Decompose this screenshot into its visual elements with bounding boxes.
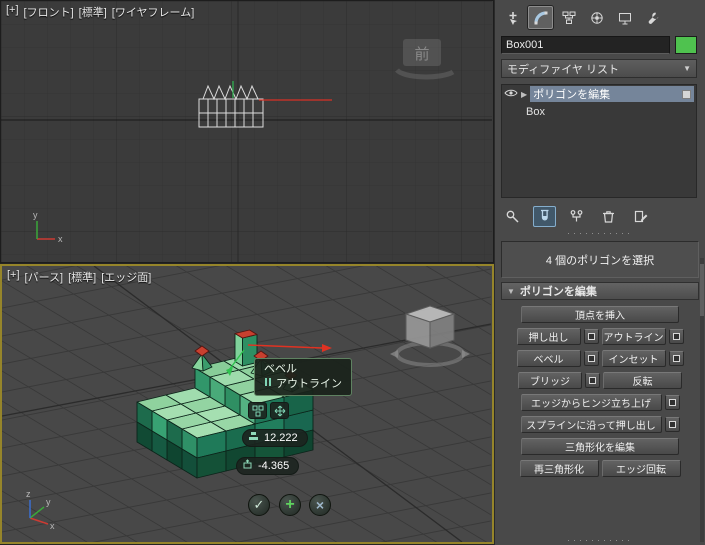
bevel-button[interactable]: ベベル [516,350,581,367]
outline-icon [264,377,272,392]
svg-text:y: y [33,210,38,220]
viewport-menu-shading[interactable]: [標準] [79,4,107,20]
caddy-height-spinner[interactable]: 12.222 [242,429,308,447]
modifier-list-dropdown[interactable]: モディファイヤ リスト ▼ [501,59,697,78]
viewport-menu-general[interactable]: [+] [7,269,20,285]
panel-scrollbar[interactable] [700,258,704,542]
visibility-eye-icon[interactable] [504,88,518,101]
panel-bottom-grip[interactable]: ··········· [495,536,705,545]
turn-edge-button[interactable]: エッジ回転 [601,460,681,477]
stack-item-label: Box [526,106,545,118]
viewport-perspective-active[interactable]: [+] [パース] [標準] [エッジ面] x y z ベベル アウトライン 1… [0,264,494,544]
persp-viewport-canvas[interactable]: x y z [2,266,491,542]
extrude-along-spline-button[interactable]: スプラインに沿って押し出し [520,416,662,433]
outline-button[interactable]: アウトライン [601,328,666,345]
flip-button[interactable]: 反転 [603,372,682,389]
object-color-swatch[interactable] [675,36,697,54]
make-unique-button[interactable] [565,206,588,227]
bridge-button[interactable]: ブリッジ [518,372,582,389]
extrude-button[interactable]: 押し出し [516,328,581,345]
pin-stack-button[interactable] [501,206,524,227]
inset-settings-button[interactable] [668,351,684,366]
stack-item-label: ポリゴンを編集 [533,89,611,101]
svg-text:x: x [58,234,63,244]
tab-hierarchy[interactable] [556,6,581,29]
viewport-front-label: [+] [フロント] [標準] [ワイヤフレーム] [6,4,194,20]
hinge-from-edge-button[interactable]: エッジからヒンジ立ち上げ [520,394,662,411]
caddy-bevel-type-group-button[interactable] [248,402,267,419]
viewport-area: [+] [フロント] [標準] [ワイヤフレーム] 前 x y [+] [パース… [0,0,494,545]
panel-scrollbar-thumb[interactable] [700,264,704,316]
stack-item-box[interactable]: Box [502,103,696,121]
caddy-tooltip-title: ベベル [264,363,297,375]
svg-text:z: z [26,489,31,499]
modifier-stack-toolbar [495,203,705,229]
show-end-result-button[interactable] [533,206,556,227]
tab-motion[interactable] [584,6,609,29]
bevel-height-icon [248,431,259,445]
front-viewport-canvas[interactable]: 前 x y [1,1,492,262]
viewport-menu-general[interactable]: [+] [6,4,19,20]
command-panel: モディファイヤ リスト ▼ ▶ ポリゴンを編集 Box [494,0,705,545]
command-panel-tabs [495,0,705,32]
edit-triangulation-button[interactable]: 三角形化を編集 [521,438,679,455]
hinge-from-edge-settings-button[interactable] [664,395,680,410]
rollout-edit-polygons[interactable]: ▼ ポリゴンを編集 [501,282,699,300]
chevron-down-icon: ▼ [683,64,691,73]
caddy-apply-button[interactable]: + [279,494,301,516]
tab-modify[interactable] [528,6,553,29]
caddy-tooltip: ベベル アウトライン [254,358,352,396]
remove-modifier-trash-button[interactable] [597,206,620,227]
caddy-outline-spinner[interactable]: -4.365 [236,457,300,475]
object-name-input[interactable] [501,36,670,54]
bridge-settings-button[interactable] [585,373,600,388]
selection-status-box: 4 個のポリゴンを選択 [501,241,699,278]
caddy-cancel-button[interactable]: × [309,494,331,516]
viewport-front[interactable]: [+] [フロント] [標準] [ワイヤフレーム] 前 x y [0,0,494,263]
panel-resize-grip[interactable]: ··········· [495,229,705,238]
tab-display[interactable] [612,6,637,29]
svg-text:y: y [46,497,51,507]
caddy-bevel-type-local-button[interactable] [270,402,289,419]
extrude-settings-button[interactable] [583,329,599,344]
caddy-tooltip-subtitle: アウトライン [276,378,342,390]
bevel-outline-value: -4.365 [258,460,290,472]
viewport-menu-shading[interactable]: [標準] [68,269,96,285]
viewport-menu-style[interactable]: [エッジ面] [101,269,151,285]
bevel-outline-icon [242,459,253,473]
selection-status-text: 4 個のポリゴンを選択 [545,254,655,267]
tab-create[interactable] [500,6,525,29]
max-window: [+] [フロント] [標準] [ワイヤフレーム] 前 x y [+] [パース… [0,0,705,545]
extrude-along-spline-settings-button[interactable] [664,417,680,432]
svg-text:x: x [50,521,55,531]
viewport-menu-style[interactable]: [ワイヤフレーム] [112,4,194,20]
stack-item-edit-poly[interactable]: ▶ ポリゴンを編集 [502,85,696,103]
modifier-icon [682,89,691,99]
edit-polygons-buttons: 頂点を挿入 押し出し アウトライン ベベル インセット ブリッジ 反転 エッジか… [495,300,705,477]
modifier-list-label: モディファイヤ リスト [507,63,619,76]
bevel-height-value: 12.222 [264,432,298,444]
caddy-ok-button[interactable]: ✓ [248,494,270,516]
svg-text:前: 前 [414,46,429,63]
rollout-arrow-icon: ▼ [507,286,515,296]
viewport-menu-pov[interactable]: [フロント] [24,4,74,20]
expand-arrow-icon[interactable]: ▶ [521,90,527,99]
retriangulate-button[interactable]: 再三角形化 [519,460,599,477]
rollout-title: ポリゴンを編集 [519,286,597,298]
name-and-color-row [495,32,705,59]
modifier-stack: ▶ ポリゴンを編集 Box [501,84,697,198]
tab-utilities[interactable] [640,6,665,29]
viewport-menu-pov[interactable]: [パース] [25,269,64,285]
inset-button[interactable]: インセット [601,350,666,367]
outline-settings-button[interactable] [668,329,684,344]
bevel-settings-button[interactable] [583,351,599,366]
insert-vertex-button[interactable]: 頂点を挿入 [521,306,679,323]
configure-modifier-sets-button[interactable] [629,206,652,227]
viewport-persp-label: [+] [パース] [標準] [エッジ面] [7,269,151,285]
